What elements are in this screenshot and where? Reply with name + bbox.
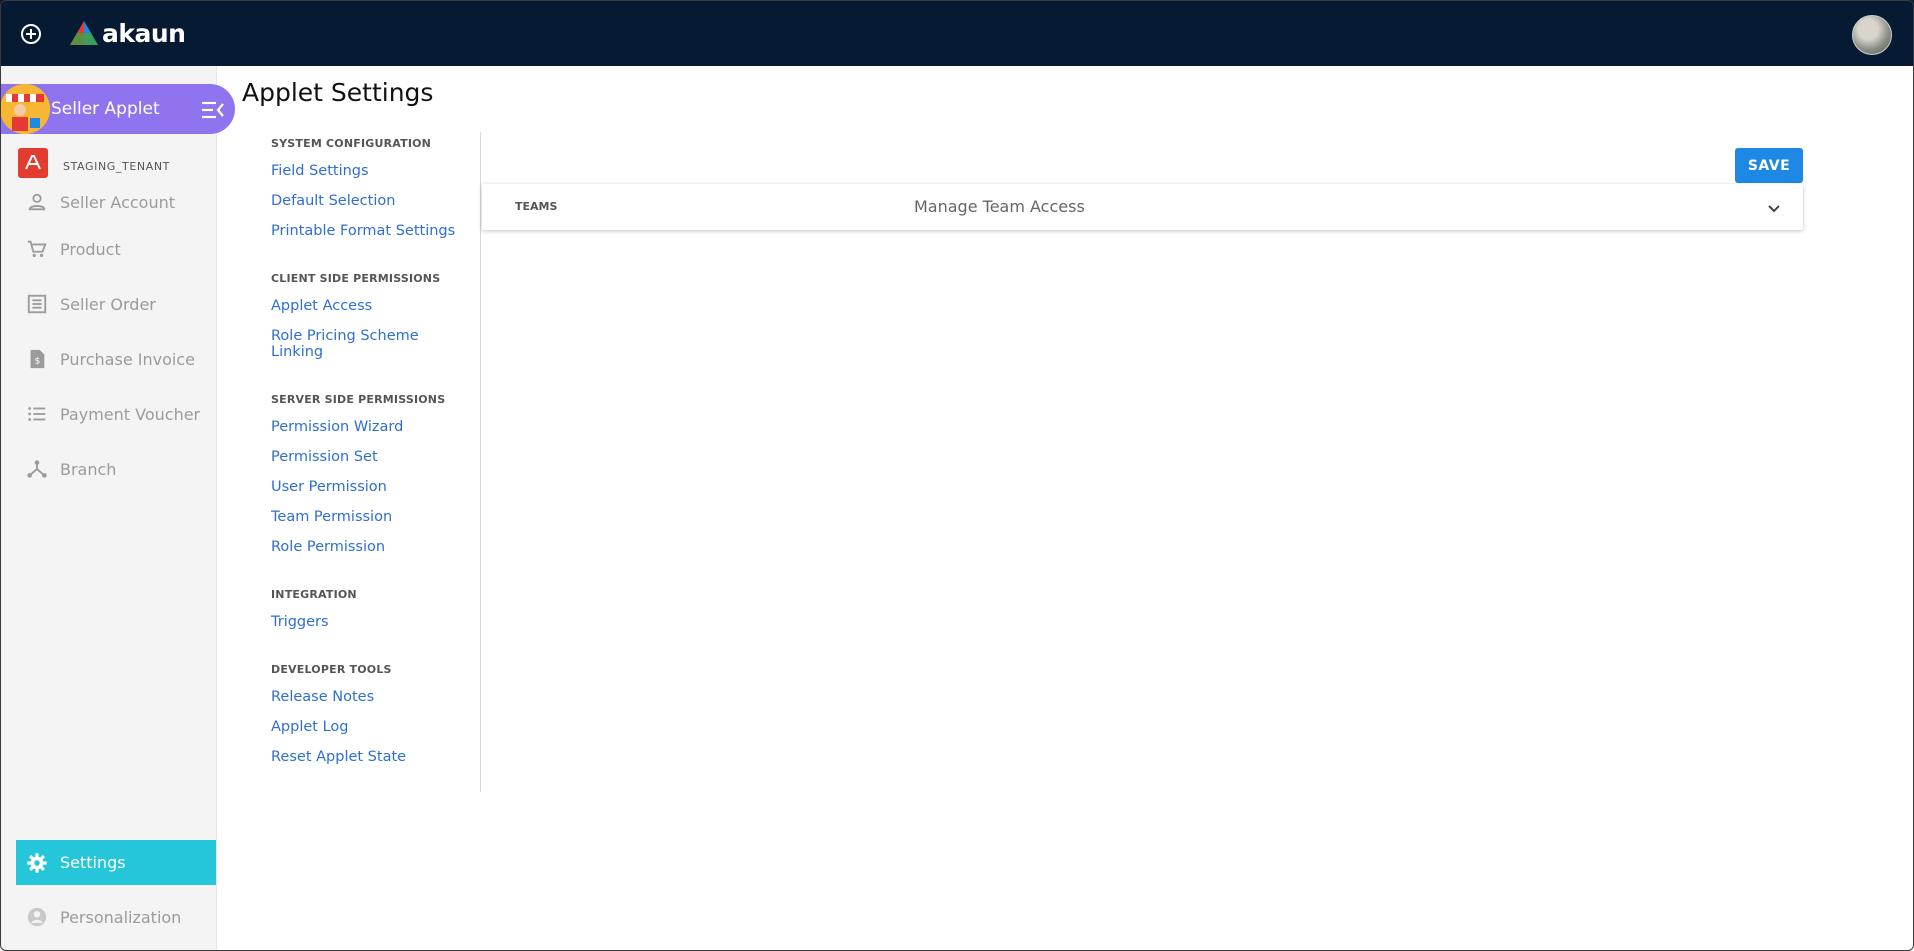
list-icon — [28, 407, 46, 421]
page-title: Applet Settings — [242, 78, 434, 107]
tenant-switcher[interactable]: STAGING_TENANT — [18, 148, 170, 178]
nav-link-printable-format-settings[interactable]: Printable Format Settings — [271, 223, 455, 239]
nav-link-role-permission[interactable]: Role Permission — [271, 539, 385, 555]
panel-label: TEAMS — [515, 200, 558, 213]
save-button[interactable]: SAVE — [1735, 148, 1803, 183]
nav-link-reset-applet-state[interactable]: Reset Applet State — [271, 749, 406, 765]
person-icon — [28, 193, 46, 211]
sidebar-item-payment-voucher[interactable]: Payment Voucher — [26, 402, 200, 426]
sidebar-item-label: Branch — [60, 459, 117, 479]
sidebar-item-branch[interactable]: Branch — [26, 457, 116, 481]
svg-text:$: $ — [35, 356, 41, 367]
tenant-logo — [18, 148, 48, 178]
nav-link-role-pricing-scheme-linking[interactable]: Role Pricing Scheme Linking — [271, 328, 421, 360]
account-circle-icon — [27, 907, 47, 927]
akaun-logo-icon — [70, 21, 98, 45]
nav-section-title: DEVELOPER TOOLS — [271, 663, 392, 676]
settings-label: Settings — [60, 853, 126, 872]
list-box-icon — [27, 294, 47, 314]
add-circle-icon[interactable] — [19, 22, 43, 46]
sidebar-item-label: Seller Account — [60, 192, 175, 212]
top-bar: akaun — [0, 0, 1914, 66]
branch-icon — [27, 460, 47, 478]
sidebar-item-settings[interactable]: Settings — [16, 840, 216, 885]
invoice-icon: $ — [30, 349, 45, 369]
nav-section-title: SERVER SIDE PERMISSIONS — [271, 393, 446, 406]
personalization-label: Personalization — [60, 907, 182, 927]
sidebar-item-label: Purchase Invoice — [60, 349, 195, 369]
cart-icon — [27, 240, 47, 258]
sidebar-item-purchase-invoice[interactable]: $ Purchase Invoice — [26, 347, 195, 371]
sidebar-item-product[interactable]: Product — [26, 237, 121, 261]
sidebar-item-label: Payment Voucher — [60, 404, 201, 424]
nav-link-applet-log[interactable]: Applet Log — [271, 719, 348, 735]
nav-link-triggers[interactable]: Triggers — [271, 614, 329, 630]
nav-section-title: INTEGRATION — [271, 588, 357, 601]
sidebar-item-personalization[interactable]: Personalization — [26, 906, 181, 928]
akaun-logo[interactable]: akaun — [70, 18, 186, 48]
sidebar-item-label: Seller Order — [60, 294, 156, 314]
sidebar-item-label: Product — [60, 239, 121, 259]
nav-link-release-notes[interactable]: Release Notes — [271, 689, 374, 705]
user-avatar[interactable] — [1852, 15, 1892, 55]
acrobat-icon — [25, 155, 41, 170]
panel-description: Manage Team Access — [914, 197, 1085, 216]
tenant-label: STAGING_TENANT — [63, 159, 170, 173]
sidebar-item-seller-order[interactable]: Seller Order — [26, 292, 156, 316]
teams-expansion-panel[interactable]: TEAMS Manage Team Access — [482, 184, 1803, 230]
nav-section-title: CLIENT SIDE PERMISSIONS — [271, 272, 441, 285]
nav-link-user-permission[interactable]: User Permission — [271, 479, 387, 495]
nav-link-default-selection[interactable]: Default Selection — [271, 193, 395, 209]
nav-link-permission-set[interactable]: Permission Set — [271, 449, 378, 465]
applet-title: Seller Applet — [51, 99, 160, 119]
menu-collapse-icon[interactable] — [201, 100, 225, 120]
nav-link-permission-wizard[interactable]: Permission Wizard — [271, 419, 403, 435]
logo-text: akaun — [102, 18, 186, 48]
chevron-down-icon[interactable] — [1766, 200, 1782, 216]
sidebar-item-seller-account[interactable]: Seller Account — [26, 190, 175, 214]
seller-icon — [0, 84, 50, 134]
gear-icon — [27, 852, 47, 873]
nav-link-team-permission[interactable]: Team Permission — [271, 509, 392, 525]
nav-link-applet-access[interactable]: Applet Access — [271, 298, 372, 314]
vertical-divider — [480, 132, 481, 792]
nav-link-field-settings[interactable]: Field Settings — [271, 163, 369, 179]
nav-section-title: SYSTEM CONFIGURATION — [271, 137, 432, 150]
applet-avatar — [0, 84, 50, 134]
